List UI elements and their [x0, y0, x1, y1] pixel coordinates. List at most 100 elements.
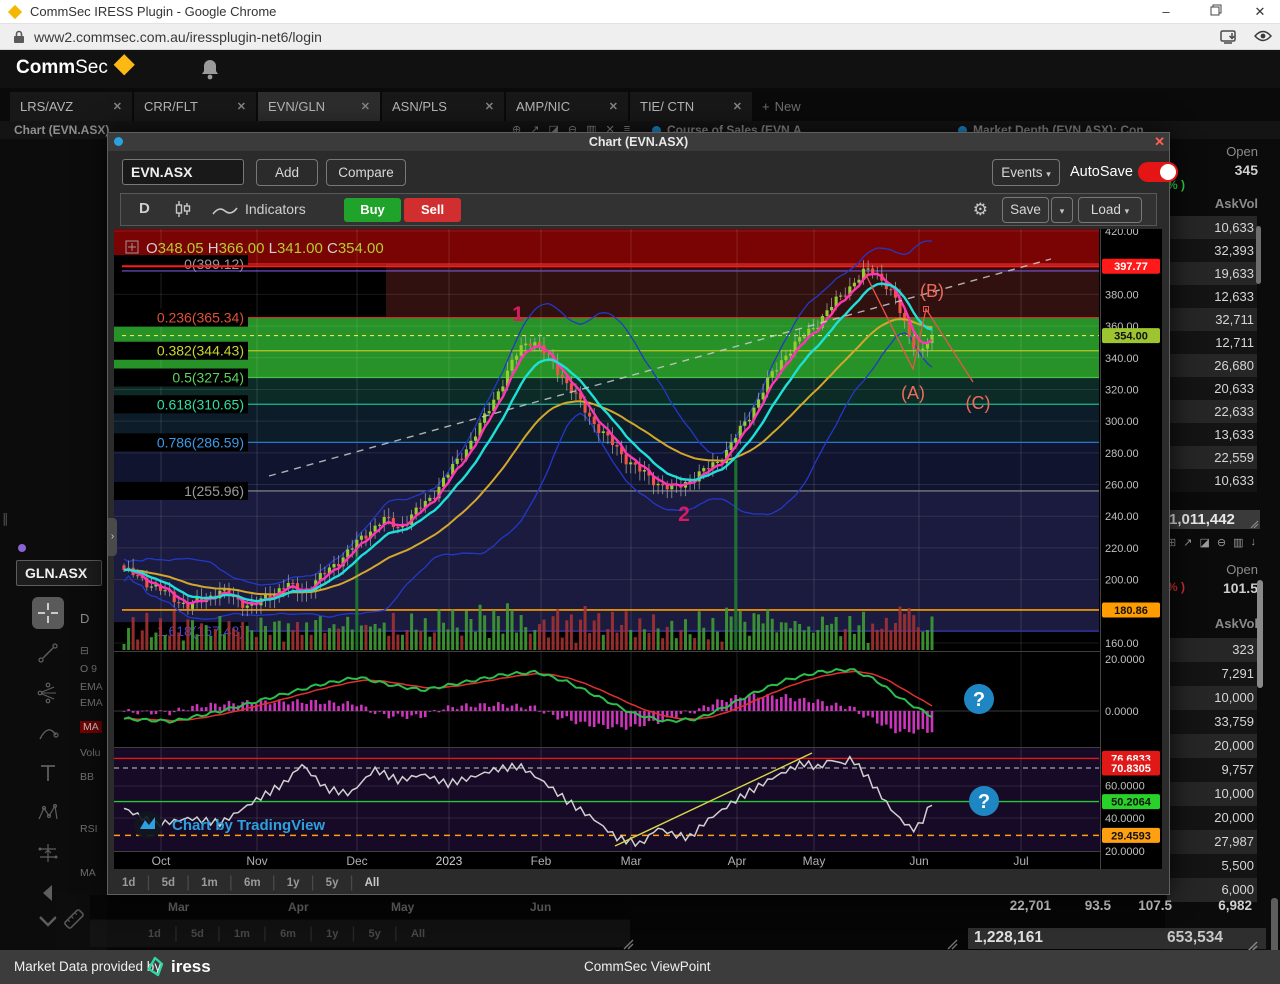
tab-evn-gln[interactable]: EVN/GLN✕ [258, 92, 380, 121]
left-sidebar: ∥ GLN.ASX D⊟O 9EMAEMAMAVoluBBRSIMA [0, 139, 107, 950]
modal-close-button[interactable]: ✕ [1154, 133, 1165, 151]
settings-gear-icon[interactable]: ⚙ [973, 200, 988, 220]
expand-icon[interactable]: ↗ [1183, 536, 1192, 549]
svg-text:?: ? [978, 791, 990, 813]
mini-range-1m[interactable]: 1m [234, 928, 250, 940]
range-All[interactable]: All [365, 877, 380, 889]
save-options-caret[interactable]: ▾ [1051, 197, 1073, 223]
tab-label: TIE/ CTN [640, 99, 694, 114]
popout-icon[interactable]: ◪ [1199, 536, 1209, 549]
mini-range-6m[interactable]: 6m [280, 928, 296, 940]
brand-bold: Comm [16, 57, 75, 78]
sidebar-expander[interactable]: › [108, 518, 117, 556]
url-bar[interactable]: www2.commsec.com.au/iressplugin-net6/log… [0, 24, 1280, 50]
xabcd-pattern-tool[interactable] [32, 797, 64, 829]
quote-askvol-last: 6,982 [1200, 898, 1252, 913]
commsec-logo: CommSec [16, 57, 131, 79]
chart-modal: Chart (EVN.ASX) ✕ EVN.ASX Add Compare Ev… [107, 132, 1170, 895]
svg-text:320.00: 320.00 [1105, 384, 1139, 396]
resize-handle-icon[interactable] [622, 938, 634, 950]
close-button[interactable]: ✕ [1240, 2, 1280, 22]
modal-header[interactable]: Chart (EVN.ASX) ✕ [108, 133, 1169, 151]
askvol-list-top: 10,63332,39319,63312,63332,71112,71126,6… [1167, 216, 1257, 492]
tab-close-icon[interactable]: ✕ [733, 100, 742, 113]
indicator-strip-label: BB [80, 771, 94, 783]
chart-symbol-input[interactable]: EVN.ASX [122, 159, 244, 185]
svg-text:29.4593: 29.4593 [1111, 830, 1151, 842]
background-symbol-input[interactable]: GLN.ASX [16, 560, 102, 586]
tab-close-icon[interactable]: ✕ [237, 100, 246, 113]
svg-text:Jun: Jun [909, 854, 928, 868]
svg-text:240.00: 240.00 [1105, 511, 1139, 523]
pane-grip[interactable]: ∥ [2, 511, 9, 527]
pitchfork-tool[interactable] [32, 677, 64, 709]
commsec-diamond-icon [113, 54, 134, 75]
indicator-strip-label: EMA [80, 697, 103, 709]
events-dropdown[interactable]: Events ▾ [992, 159, 1060, 186]
text-tool[interactable] [32, 757, 64, 789]
svg-text:0.786(286.59): 0.786(286.59) [157, 434, 244, 450]
tab-tie-ctn[interactable]: TIE/ CTN ✕ [630, 92, 752, 121]
tab-asn-pls[interactable]: ASN/PLS✕ [382, 92, 504, 121]
columns-icon[interactable]: ▥ [1233, 536, 1243, 549]
tab-close-icon[interactable]: ✕ [485, 100, 494, 113]
svg-text:Chart by TradingView: Chart by TradingView [172, 817, 325, 834]
mini-range-All[interactable]: All [411, 928, 425, 940]
scrollbar-thumb[interactable] [1257, 580, 1263, 688]
minimize-button[interactable]: – [1146, 2, 1186, 22]
tab-close-icon[interactable]: ✕ [609, 100, 618, 113]
arc-tool[interactable] [32, 717, 64, 749]
resize-handle-icon[interactable] [946, 938, 958, 950]
askvol-cell: 10,633 [1167, 216, 1257, 239]
scrollbar-thumb[interactable] [1256, 226, 1261, 284]
lock-icon [13, 30, 25, 44]
chart-sell-button[interactable]: Sell [404, 198, 461, 222]
mini-range-1y[interactable]: 1y [326, 928, 338, 940]
svg-text:200.00: 200.00 [1105, 575, 1139, 587]
tab-amp-nic[interactable]: AMP/NIC✕ [506, 92, 628, 121]
mini-range-5d[interactable]: 5d [191, 928, 204, 940]
collapse-icon[interactable]: ⊖ [1217, 536, 1226, 549]
url-text[interactable]: www2.commsec.com.au/iressplugin-net6/log… [34, 29, 322, 45]
restore-button[interactable] [1196, 2, 1236, 22]
askvol-cell: 20,000 [1167, 806, 1257, 830]
open-value: 345 [1167, 162, 1258, 178]
indicators-button[interactable]: Indicators [245, 201, 306, 217]
svg-text:O348.05 H366.00 L341.00 C35: O348.05 H366.00 L341.00 C354.00 [146, 240, 384, 257]
mini-range-5y[interactable]: 5y [369, 928, 381, 940]
range-1y[interactable]: 1y [287, 877, 300, 889]
range-1m[interactable]: 1m [201, 877, 218, 889]
chart-buy-button[interactable]: Buy [344, 198, 401, 222]
svg-text:20.0000: 20.0000 [1105, 846, 1145, 858]
mini-range-1d[interactable]: 1d [148, 928, 161, 940]
askvol-header: AskVol [1167, 616, 1258, 631]
ruler-icon[interactable] [60, 905, 88, 933]
install-icon[interactable] [1220, 29, 1238, 45]
compare-button[interactable]: Compare [326, 159, 406, 186]
tab-lrs-avz[interactable]: LRS/AVZ✕ [10, 92, 132, 121]
new-tab-button[interactable]: +New [754, 92, 826, 121]
tab-close-icon[interactable]: ✕ [361, 100, 370, 113]
resize-handle-icon[interactable] [1249, 519, 1259, 529]
save-button[interactable]: Save [1002, 197, 1049, 223]
interval-button[interactable]: D [139, 200, 150, 217]
add-button[interactable]: Add [256, 159, 318, 186]
svg-text:420.00: 420.00 [1105, 229, 1139, 238]
crosshair-tool[interactable] [32, 597, 64, 629]
autosave-toggle[interactable] [1138, 162, 1178, 182]
tab-close-icon[interactable]: ✕ [113, 100, 122, 113]
candlestick-style-icon[interactable] [174, 199, 192, 221]
range-6m[interactable]: 6m [244, 877, 261, 889]
price-chart[interactable]: 0(399.12)0.236(365.34)0.382(344.43)0.5(3… [114, 229, 1162, 869]
tab-crr-flt[interactable]: CRR/FLT✕ [134, 92, 256, 121]
bell-icon[interactable] [200, 58, 220, 80]
indicator-strip-label: O 9 [80, 663, 97, 675]
eye-icon[interactable] [1254, 30, 1272, 42]
forecast-tool[interactable] [32, 837, 64, 869]
load-dropdown[interactable]: Load ▾ [1078, 197, 1142, 223]
trendline-tool[interactable] [32, 637, 64, 669]
range-1d[interactable]: 1d [122, 877, 135, 889]
download-icon[interactable]: ↓ [1250, 536, 1256, 549]
range-5d[interactable]: 5d [162, 877, 175, 889]
range-5y[interactable]: 5y [326, 877, 339, 889]
